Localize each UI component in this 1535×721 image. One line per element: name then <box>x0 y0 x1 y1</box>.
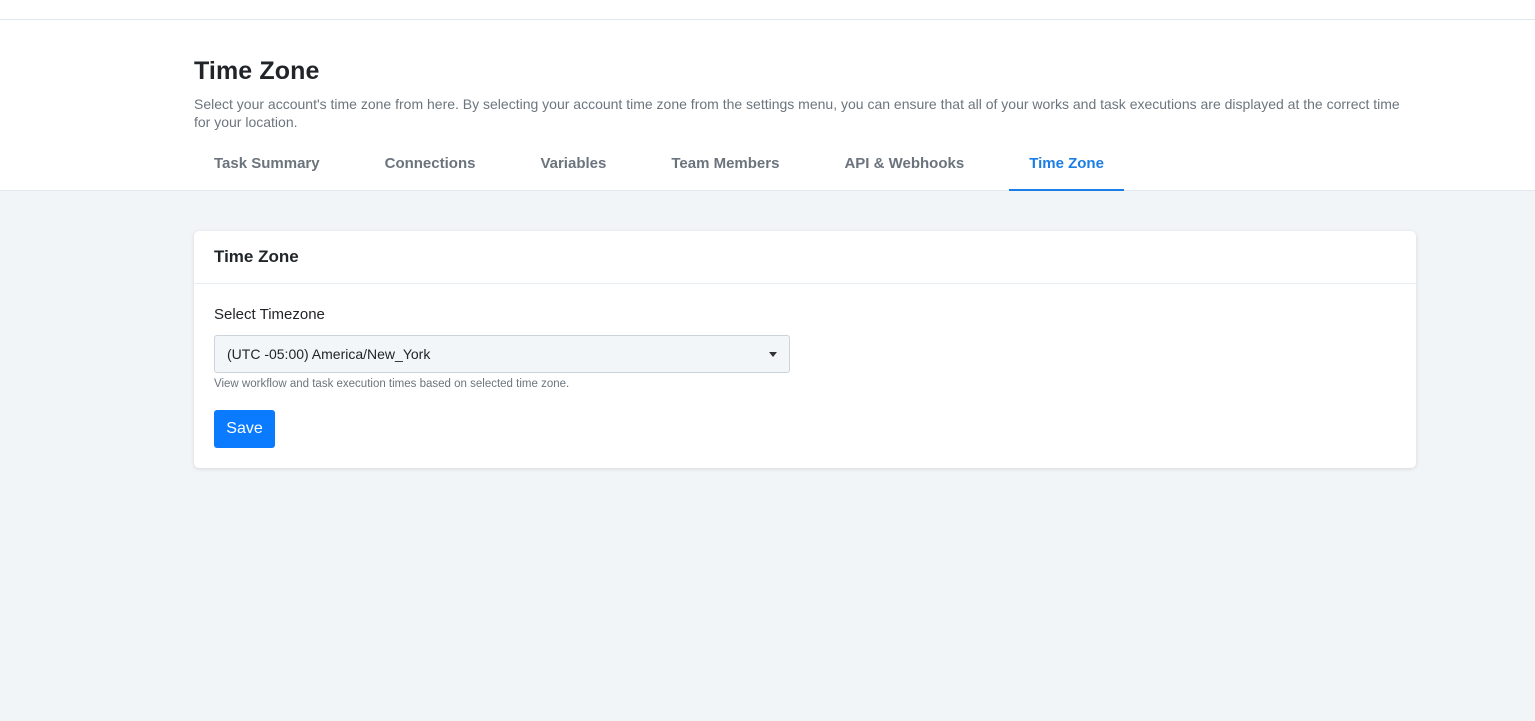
card-title: Time Zone <box>214 247 299 266</box>
tab-connections[interactable]: Connections <box>365 142 496 191</box>
timezone-help-text: View workflow and task execution times b… <box>214 378 570 390</box>
timezone-field-label: Select Timezone <box>214 306 325 323</box>
tab-time-zone[interactable]: Time Zone <box>1009 142 1124 191</box>
tab-api-webhooks[interactable]: API & Webhooks <box>824 142 984 191</box>
save-button[interactable]: Save <box>214 410 275 448</box>
card-header: Time Zone <box>194 231 1416 284</box>
timezone-select[interactable]: (UTC -05:00) America/New_York <box>214 335 790 373</box>
timezone-select-value: (UTC -05:00) America/New_York <box>227 346 431 362</box>
time-zone-card: Time Zone Select Timezone (UTC -05:00) A… <box>194 231 1416 468</box>
page-description: Select your account's time zone from her… <box>194 96 1400 130</box>
tab-variables[interactable]: Variables <box>520 142 626 191</box>
page-title: Time Zone <box>194 57 320 85</box>
caret-down-icon <box>769 352 777 357</box>
page-header: Time Zone Select your account's time zon… <box>0 20 1535 191</box>
top-bar <box>0 0 1535 20</box>
tab-team-members[interactable]: Team Members <box>651 142 799 191</box>
tab-task-summary[interactable]: Task Summary <box>194 142 340 191</box>
settings-tabs: Task Summary Connections Variables Team … <box>194 142 1149 191</box>
